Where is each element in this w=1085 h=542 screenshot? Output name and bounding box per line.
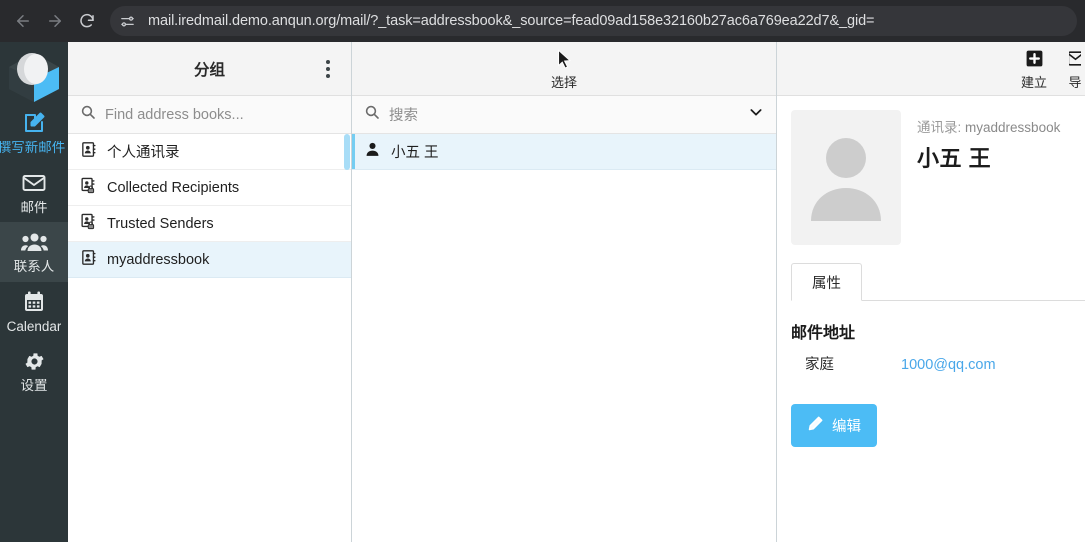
back-button[interactable] <box>8 6 38 36</box>
calendar-icon <box>22 289 46 315</box>
list-item-personal-addressbook[interactable]: 个人通讯录 <box>68 134 351 170</box>
contact-meta: 通讯录: myaddressbook 小五 王 <box>917 110 1060 245</box>
sidebar-item-label: 联系人 <box>13 260 55 274</box>
avatar <box>791 110 901 245</box>
forward-button[interactable] <box>40 6 70 36</box>
groups-options-button[interactable] <box>313 42 343 95</box>
addressbook-icon <box>80 249 97 270</box>
edit-contact-label: 编辑 <box>832 419 861 435</box>
reload-icon <box>78 12 96 30</box>
list-item-label: myaddressbook <box>107 251 210 268</box>
edit-contact-button[interactable]: 编辑 <box>791 404 877 447</box>
contact-source: 通讯录: myaddressbook <box>917 116 1060 136</box>
clipped-action-icon <box>1069 49 1081 73</box>
sidebar-item-label: 撰写新邮件 <box>0 141 66 155</box>
addressbook-lock-icon <box>80 213 97 234</box>
site-settings-icon[interactable] <box>114 8 140 34</box>
contact-detail-panel: 建立 导 通讯录: myaddressbook 小五 王 属性 邮件地址 家庭 … <box>777 42 1085 542</box>
tab-label: 属性 <box>812 276 841 292</box>
contacts-list: 小五 王 <box>352 134 776 542</box>
list-item-trusted-senders[interactable]: Trusted Senders <box>68 206 351 242</box>
groups-panel-header: 分组 <box>68 42 351 96</box>
list-item-label: Collected Recipients <box>107 179 240 196</box>
contact-properties: 邮件地址 家庭 1000@qq.com 编辑 <box>791 301 1085 447</box>
pencil-icon <box>807 415 824 436</box>
property-group-title: 邮件地址 <box>791 325 856 342</box>
compose-icon <box>22 110 46 136</box>
contact-name-label: 小五 王 <box>391 145 439 161</box>
search-icon <box>364 104 380 125</box>
contact-source-label: 通讯录: <box>917 120 962 135</box>
task-sidebar: 撰写新邮件 邮件 联系人 Calendar 设置 <box>0 42 68 542</box>
roundcube-logo <box>4 48 64 103</box>
address-books-list: 个人通讯录 Collected Recipients Trusted Sende… <box>68 134 351 542</box>
contact-tabs: 属性 <box>791 263 1085 301</box>
list-item-myaddressbook[interactable]: myaddressbook <box>68 242 351 278</box>
property-value-email[interactable]: 1000@qq.com <box>901 357 996 373</box>
sidebar-item-label: 设置 <box>20 379 48 393</box>
select-mode-button[interactable]: 选择 <box>550 48 577 90</box>
gear-icon <box>23 348 46 374</box>
sidebar-item-calendar[interactable]: Calendar <box>0 282 68 342</box>
contacts-icon <box>20 229 48 255</box>
contact-detail-body: 通讯录: myaddressbook 小五 王 属性 邮件地址 家庭 1000@… <box>777 96 1085 542</box>
addressbook-search-input[interactable]: Find address books... <box>105 107 339 123</box>
address-bar[interactable]: mail.iredmail.demo.anqun.org/mail/?_task… <box>110 6 1077 36</box>
create-contact-label: 建立 <box>1020 74 1047 90</box>
sidebar-item-label: 邮件 <box>20 200 48 214</box>
contact-photo-placeholder-icon <box>803 129 889 226</box>
reload-button[interactable] <box>72 6 102 36</box>
contact-display-name: 小五 王 <box>917 146 992 171</box>
url-text: mail.iredmail.demo.anqun.org/mail/?_task… <box>148 13 875 29</box>
addressbook-icon <box>80 141 97 162</box>
back-arrow-icon <box>14 12 32 30</box>
contact-source-value: myaddressbook <box>965 120 1061 135</box>
search-icon <box>80 104 96 125</box>
list-item-label: 个人通讯录 <box>107 145 180 161</box>
address-books-panel: 分组 Find address books... 个人通讯录 Collected… <box>68 42 352 542</box>
addressbook-search-bar[interactable]: Find address books... <box>68 96 351 134</box>
contacts-search-input[interactable]: 搜索 <box>389 104 739 125</box>
list-item-contact[interactable]: 小五 王 <box>352 134 776 170</box>
sidebar-item-settings[interactable]: 设置 <box>0 341 68 401</box>
contacts-panel: 选择 搜索 小五 王 <box>352 42 777 542</box>
options-menu-icon <box>326 59 330 78</box>
create-contact-button[interactable]: 建立 <box>1017 49 1051 89</box>
plus-square-icon <box>1025 49 1044 73</box>
cursor-arrow-icon <box>555 48 573 74</box>
webmail-app: 撰写新邮件 邮件 联系人 Calendar 设置 分组 Find address… <box>0 42 1085 542</box>
chevron-down-icon[interactable] <box>748 104 764 125</box>
sidebar-item-compose[interactable]: 撰写新邮件 <box>0 103 68 163</box>
property-row-email: 家庭 1000@qq.com <box>791 353 1085 374</box>
sidebar-item-mail[interactable]: 邮件 <box>0 163 68 223</box>
contact-person-icon <box>364 141 381 162</box>
forward-arrow-icon <box>46 12 64 30</box>
sidebar-item-label: Calendar <box>6 319 62 333</box>
contacts-panel-header: 选择 <box>352 42 776 96</box>
tab-properties[interactable]: 属性 <box>791 263 862 301</box>
contact-header: 通讯录: myaddressbook 小五 王 <box>791 110 1085 245</box>
list-item-collected-recipients[interactable]: Collected Recipients <box>68 170 351 206</box>
envelope-icon <box>21 170 47 196</box>
list-item-label: Trusted Senders <box>107 215 214 232</box>
addressbook-lock-icon <box>80 177 97 198</box>
browser-toolbar: mail.iredmail.demo.anqun.org/mail/?_task… <box>0 0 1085 42</box>
sidebar-item-contacts[interactable]: 联系人 <box>0 222 68 282</box>
detail-panel-header: 建立 导 <box>777 42 1085 96</box>
more-actions-label: 导 <box>1069 74 1081 89</box>
contacts-search-bar[interactable]: 搜索 <box>352 96 776 134</box>
select-mode-label: 选择 <box>550 74 577 90</box>
property-label: 家庭 <box>805 357 834 373</box>
panel-scrollbar[interactable] <box>344 134 350 170</box>
page-title: 分组 <box>193 61 225 79</box>
more-actions-button[interactable]: 导 <box>1069 49 1081 89</box>
